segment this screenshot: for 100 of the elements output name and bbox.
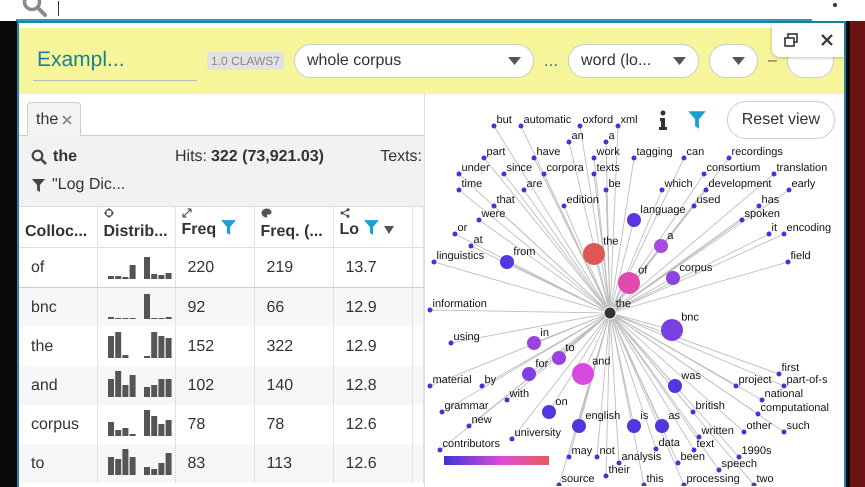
table-cell: 12.6: [333, 444, 412, 483]
node-label: field: [790, 250, 811, 262]
corpus-select[interactable]: whole corpus: [294, 44, 534, 78]
table-cell: and: [19, 366, 97, 405]
table-cell: bnc: [19, 288, 97, 327]
column-header[interactable]: Colloc...: [19, 206, 97, 248]
node-label: edition: [566, 194, 599, 206]
node-label: using: [454, 331, 480, 343]
node-label: under: [462, 162, 490, 174]
node-label: early: [792, 178, 816, 190]
node-label: since: [506, 162, 532, 174]
node-label: corpus: [679, 262, 712, 274]
node-label: english: [585, 410, 620, 422]
node-label: may: [572, 445, 592, 457]
version-badge: 1.0 CLAWS7: [207, 52, 284, 70]
node-label: has: [762, 194, 780, 206]
filter-text: "Log Dic...: [52, 176, 126, 194]
node-label: development: [708, 178, 772, 190]
node-label: an: [572, 130, 584, 142]
node-label: can: [686, 146, 704, 158]
node-label: and: [592, 355, 611, 368]
node-label: at: [474, 234, 483, 246]
node-label: language: [640, 204, 686, 216]
node-label: oxford: [582, 114, 614, 126]
reset-view-button[interactable]: Reset view: [726, 101, 835, 139]
node-label: xml: [620, 114, 638, 126]
node-label: new: [472, 414, 492, 426]
table-cell: 92: [175, 288, 254, 327]
node-label: analysis: [622, 451, 662, 463]
node-label: as: [668, 410, 680, 422]
node-label: a: [608, 130, 615, 142]
node-label: part: [486, 146, 506, 158]
node-label: work: [596, 146, 620, 158]
table-cell: 83: [175, 444, 254, 483]
node-label: contributors: [442, 438, 500, 450]
column-header[interactable]: Freq: [175, 206, 254, 248]
node-label: be: [608, 178, 621, 190]
node-label: or: [458, 222, 468, 234]
node-label: computational: [760, 402, 829, 414]
column-header[interactable]: Distrib...: [97, 206, 175, 248]
node-label: 1990s: [742, 445, 772, 457]
node-label: been: [680, 451, 705, 463]
node-label: spoken: [744, 208, 780, 220]
hits-value: 322 (73,921.03): [211, 148, 324, 166]
node-label: the: [603, 235, 618, 248]
node-label: data: [658, 437, 680, 449]
node-label: automatic: [524, 114, 572, 126]
node-label: first: [782, 362, 800, 374]
ellipsis-link[interactable]: ...: [544, 51, 558, 71]
node-label: other: [746, 420, 772, 432]
attribute-select[interactable]: word (lo...: [568, 44, 700, 78]
node-label: corpora: [546, 162, 584, 174]
query-term: the: [53, 148, 77, 166]
table-cell: 102: [175, 366, 254, 405]
node-label: national: [764, 388, 804, 400]
node-label: translation: [776, 162, 828, 174]
node-label: it: [772, 222, 777, 234]
table-cell: 66: [254, 288, 333, 327]
table-cell: 12.9: [333, 288, 412, 327]
node-label: their: [608, 464, 630, 476]
node-label: written: [702, 425, 734, 437]
node-label: but: [496, 114, 512, 126]
node-label: linguistics: [436, 250, 484, 262]
node-label: recordings: [732, 146, 783, 158]
query-tab[interactable]: the: [27, 102, 82, 136]
node-label: in: [540, 327, 549, 340]
node-label: part-of-s: [786, 374, 828, 386]
node-label: two: [756, 473, 774, 485]
node-label: was: [681, 370, 701, 382]
table-cell: 12.8: [333, 366, 412, 405]
node-label: source: [562, 473, 595, 485]
node-label: were: [482, 208, 506, 220]
table-cell: to: [19, 444, 97, 483]
node-label: material: [432, 374, 472, 386]
panel-title[interactable]: Exampl...: [33, 42, 198, 80]
node-label: processing: [686, 473, 740, 485]
table-cell: 113: [254, 444, 333, 483]
node-label: by: [484, 374, 496, 386]
node-label: texts: [596, 162, 620, 174]
node-label: that: [496, 194, 515, 206]
node-label: text: [696, 438, 714, 450]
node-label: not: [600, 445, 615, 457]
node-label: is: [640, 410, 648, 422]
node-label: information: [432, 298, 487, 310]
node-label: are: [526, 178, 542, 190]
node-label: with: [510, 388, 530, 400]
node-label: the: [616, 298, 631, 310]
node-label: consortium: [706, 162, 760, 174]
node-label: to: [565, 342, 575, 354]
range-separator: –: [768, 52, 777, 70]
node-label: time: [462, 178, 482, 190]
column-header[interactable]: Freq. (...: [254, 206, 333, 248]
column-header[interactable]: Lo: [333, 206, 412, 248]
node-label: tagging: [636, 146, 673, 158]
node-label: encoding: [786, 222, 832, 234]
texts-label: Texts:: [380, 148, 423, 166]
node-label: have: [536, 146, 560, 158]
node-label: bnc: [681, 311, 699, 324]
node-label: a: [667, 230, 674, 242]
node-label: grammar: [444, 400, 489, 412]
